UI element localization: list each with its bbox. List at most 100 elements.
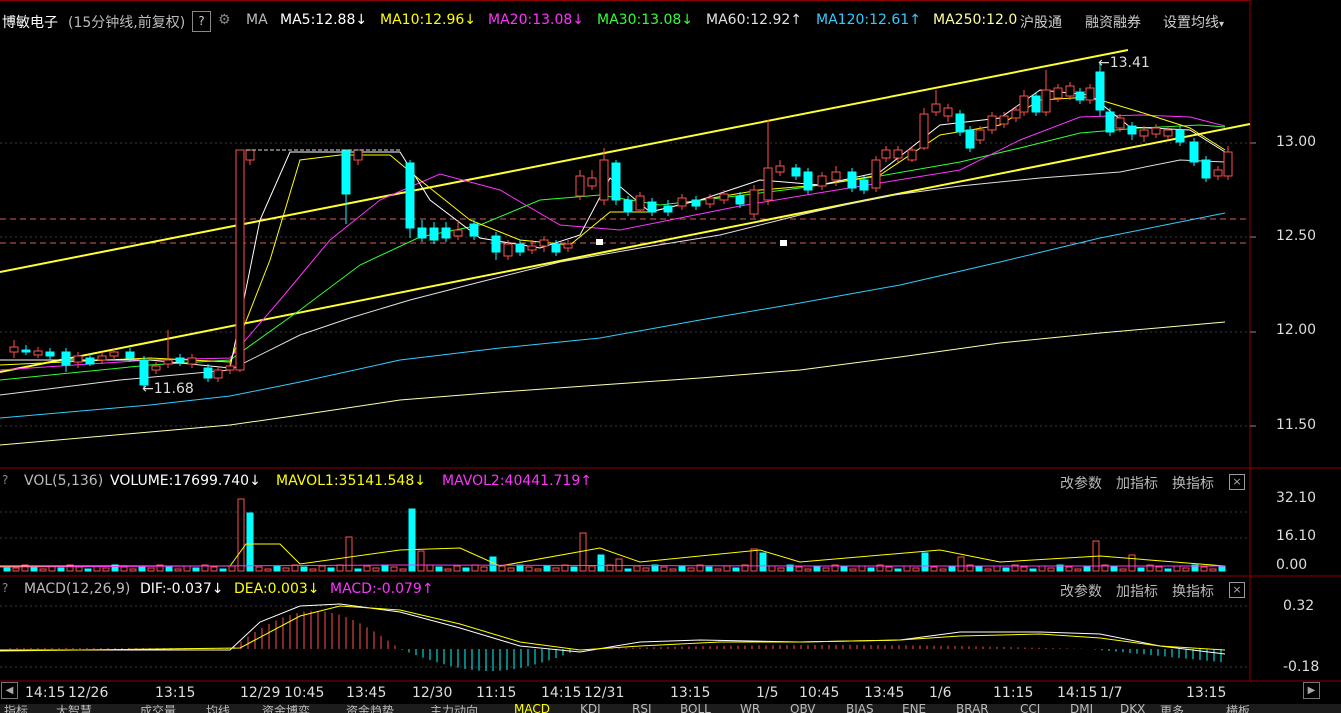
candle-body [735, 195, 745, 205]
price-tick-1150: 11.50 [1276, 417, 1317, 433]
vol-close-button[interactable]: × [1229, 474, 1245, 490]
price-tick-1200: 12.00 [1276, 322, 1317, 338]
tab-dzh[interactable]: 大智慧 [56, 704, 92, 713]
volume-bar [372, 567, 380, 572]
vol-add-indicator-button[interactable]: 加指标 [1116, 473, 1158, 493]
tab-ene[interactable]: ENE [902, 704, 926, 713]
tab-kdj[interactable]: KDJ [580, 704, 601, 713]
dea-arrow: ↓ [307, 581, 320, 597]
candle-body [663, 205, 673, 213]
volume-bar [669, 568, 677, 572]
volume-bar [228, 565, 236, 572]
volume-bar [426, 564, 434, 572]
price-marker [780, 240, 787, 246]
candle-body [907, 149, 917, 161]
candle-body [503, 243, 513, 257]
volume-bar [516, 564, 524, 572]
scroll-left-button[interactable]: ◀ [1, 682, 18, 699]
candle-body [61, 351, 71, 366]
tab-rsi[interactable]: RSI [632, 704, 652, 713]
tab-indicator[interactable]: 指标 [4, 704, 28, 713]
tab-fund-game[interactable]: 资金博弈 [262, 704, 310, 713]
volume-bar [903, 565, 911, 572]
volume-value-text: VOLUME:17699.740 [110, 473, 250, 489]
tab-boll[interactable]: BOLL [680, 704, 711, 713]
tab-horizontal[interactable]: 横板 [1226, 704, 1250, 713]
time-label: 14:15 [25, 685, 66, 701]
scroll-right-button[interactable]: ▶ [1303, 682, 1320, 699]
candle-body [225, 365, 235, 371]
volume-bar [885, 566, 893, 572]
candle-body [871, 159, 881, 189]
candle-body [1201, 159, 1211, 179]
macd-add-indicator-button[interactable]: 加指标 [1116, 581, 1158, 601]
vol-tick-mid: 16.10 [1276, 528, 1317, 544]
tab-dmi[interactable]: DMI [1070, 704, 1093, 713]
vol-switch-indicator-button[interactable]: 换指标 [1172, 473, 1214, 493]
volume-bar [840, 566, 848, 572]
candle-body [1189, 141, 1199, 163]
vol-tick-zero: 0.00 [1276, 557, 1308, 573]
tab-volume[interactable]: 成交量 [140, 704, 176, 713]
macd-switch-indicator-button[interactable]: 换指标 [1172, 581, 1214, 601]
volume-bar [858, 565, 866, 572]
candle-body [1075, 91, 1085, 101]
candle-body [587, 177, 597, 187]
candle-body [1031, 95, 1041, 113]
tab-bias[interactable]: BIAS [846, 704, 874, 713]
candle-body [999, 115, 1009, 125]
chart-canvas[interactable] [0, 0, 1341, 713]
volume-bar [1173, 565, 1181, 572]
candle-body [175, 357, 185, 363]
candle-body [931, 103, 941, 113]
mavol1-text: MAVOL1:35141.548 [276, 473, 415, 489]
tab-fund-trend[interactable]: 资金趋势 [346, 704, 394, 713]
dea-text: DEA:0.003 [234, 581, 308, 597]
candle-body [919, 113, 929, 149]
candle-body [1223, 151, 1233, 177]
low-price-annotation: ←11.68 [142, 381, 194, 397]
tab-cci[interactable]: CCI [1020, 704, 1040, 713]
volume-bar [750, 548, 758, 572]
volume-bar [1110, 566, 1118, 572]
tab-obv[interactable]: OBV [790, 704, 816, 713]
time-label: 1/6 [929, 685, 952, 701]
collapse-icon[interactable]: ? [2, 581, 8, 595]
candle-body [719, 193, 729, 201]
volume-indicator-name[interactable]: VOL(5,136) [24, 473, 103, 489]
volume-bar [813, 565, 821, 572]
tab-wr[interactable]: WR [740, 704, 760, 713]
volume-bar [507, 567, 515, 572]
macd-indicator-name[interactable]: MACD(12,26,9) [24, 581, 130, 597]
tab-dkx[interactable]: DKX [1120, 704, 1145, 713]
candle-body [1105, 111, 1115, 133]
vol-tick-top: 32.10 [1276, 490, 1317, 506]
candle-body [847, 171, 857, 189]
macd-modify-params-button[interactable]: 改参数 [1060, 581, 1102, 601]
tab-main-force[interactable]: 主力动向 [430, 704, 478, 713]
volume-bar [939, 568, 947, 572]
vol-modify-params-button[interactable]: 改参数 [1060, 473, 1102, 493]
collapse-icon[interactable]: ? [2, 473, 8, 487]
tab-macd[interactable]: MACD [514, 704, 550, 713]
volume-bar [624, 568, 632, 572]
dif-text: DIF:-0.037 [140, 581, 212, 597]
volume-bar [759, 552, 767, 572]
time-label: 13:15 [1186, 685, 1227, 701]
volume-bar [957, 556, 965, 572]
volume-bar [444, 568, 452, 572]
tab-brar[interactable]: BRAR [956, 704, 989, 713]
volume-bar [534, 568, 542, 572]
candle-body [453, 229, 463, 237]
macd-close-button[interactable]: × [1229, 582, 1245, 598]
candle-body [575, 175, 585, 197]
candle-body [1151, 127, 1161, 135]
volume-bar [615, 558, 623, 572]
tab-ma[interactable]: 均线 [206, 704, 230, 713]
volume-bar [165, 566, 173, 572]
volume-bar [75, 566, 83, 572]
candle-body [187, 357, 197, 365]
tab-more[interactable]: 更多 [1160, 704, 1184, 713]
candle-body [831, 171, 841, 181]
price-tick-1250: 12.50 [1276, 228, 1317, 244]
